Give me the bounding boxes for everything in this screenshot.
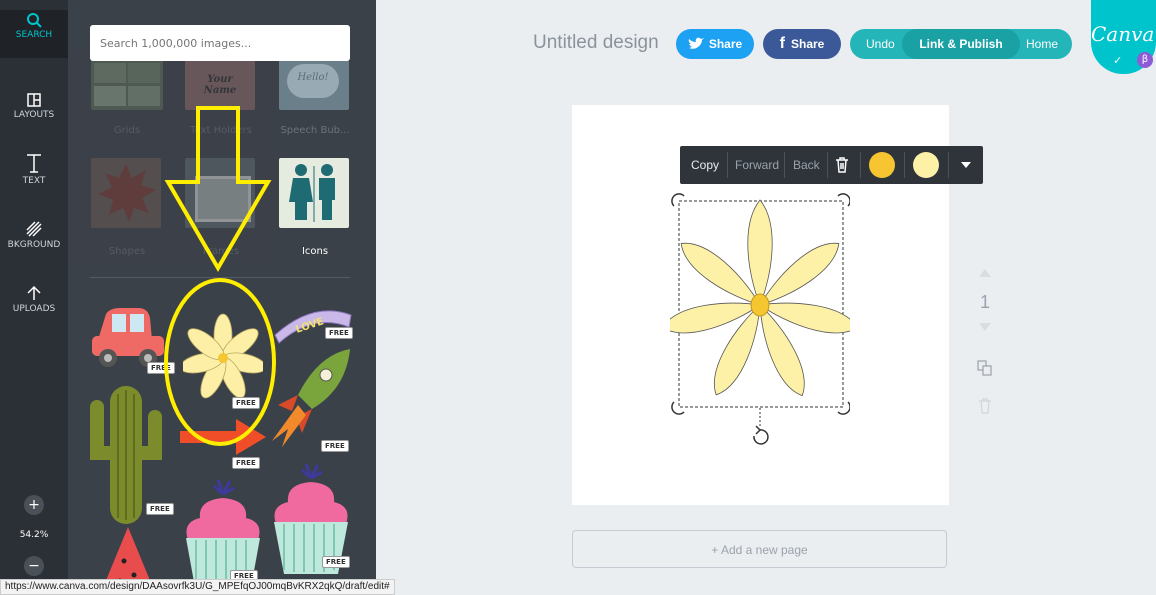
resize-handle-top-left[interactable] [671, 193, 685, 207]
canva-logo[interactable]: Canva ✓ β [1091, 0, 1156, 74]
publish-group: Undo Link & Publish Home [850, 29, 1072, 59]
resize-handle-bottom-right[interactable] [837, 401, 850, 415]
rail-uploads[interactable]: UPLOADS [0, 284, 68, 314]
back-button[interactable]: Back [793, 146, 820, 184]
chevron-down-icon[interactable] [960, 161, 972, 169]
rail-label-layouts: LAYOUTS [13, 110, 55, 120]
category-label-icons[interactable]: Icons [265, 246, 365, 257]
rail-label-text: TEXT [22, 176, 46, 186]
flower-icon[interactable] [183, 300, 263, 405]
resize-handle-top-right[interactable] [837, 193, 850, 207]
rail-layouts[interactable]: LAYOUTS [0, 92, 68, 120]
twitter-share-label: Share [708, 37, 743, 51]
toolbar-separator [948, 152, 949, 178]
add-page-button[interactable]: + Add a new page [572, 530, 947, 568]
facebook-icon: f [779, 35, 785, 52]
rail-text[interactable]: TEXT [0, 152, 68, 186]
left-rail: SEARCH LAYOUTS TEXT BKGROUND UPLOADS + 5… [0, 0, 68, 593]
toolbar-separator [727, 152, 728, 178]
category-label-grids[interactable]: Grids [77, 125, 177, 136]
text-icon [27, 154, 41, 173]
layouts-icon [27, 93, 41, 107]
divider [90, 277, 350, 278]
free-badge: FREE [325, 327, 353, 339]
color-swatch-center[interactable] [869, 152, 895, 178]
design-title[interactable]: Untitled design [533, 32, 659, 54]
search-input[interactable] [90, 25, 350, 61]
link-publish-button[interactable]: Link & Publish [902, 29, 1020, 59]
restroom-icon [289, 164, 335, 222]
category-label-shapes[interactable]: Shapes [77, 246, 177, 257]
category-label-speech-bubbles[interactable]: Speech Bub... [265, 125, 365, 136]
element-toolbar: Copy Forward Back [680, 146, 983, 184]
speech-sample: Hello! [297, 72, 329, 83]
free-badge: FREE [232, 397, 260, 409]
trash-icon[interactable] [835, 157, 849, 173]
side-panel: Your Name Hello! Grids Text Holders Spee… [68, 0, 376, 593]
rail-label-uploads: UPLOADS [12, 304, 56, 314]
starburst-icon [98, 164, 156, 222]
canva-logo-text: Canva [1091, 22, 1155, 46]
arrow-icon[interactable] [178, 415, 268, 460]
free-badge: FREE [322, 556, 350, 568]
page-up-icon[interactable] [978, 268, 992, 278]
home-button[interactable]: Home [1026, 37, 1058, 51]
rotate-handle-icon[interactable] [753, 425, 769, 445]
twitter-icon [688, 37, 704, 49]
toolbar-separator [784, 152, 785, 178]
toolbar-separator [904, 152, 905, 178]
text-holder-sample: Your Name [203, 74, 237, 96]
facebook-share-label: Share [790, 37, 825, 51]
grids-thumbnail[interactable] [91, 60, 163, 110]
category-label-frames[interactable]: Frames [171, 246, 271, 257]
zoom-in-button[interactable]: + [24, 495, 44, 515]
free-badge: FREE [321, 440, 349, 452]
page-down-icon[interactable] [978, 322, 992, 332]
text-holders-thumbnail[interactable]: Your Name [185, 60, 255, 110]
background-icon [26, 221, 42, 237]
free-badge: FREE [232, 457, 260, 469]
rail-search[interactable]: SEARCH [0, 10, 68, 58]
category-label-text-holders[interactable]: Text Holders [171, 125, 271, 136]
rail-label-background: BKGROUND [7, 240, 61, 250]
selected-flower-element[interactable] [670, 192, 850, 452]
icons-thumbnail[interactable] [279, 158, 349, 228]
rocket-icon[interactable] [268, 345, 353, 450]
color-swatch-petals[interactable] [913, 152, 939, 178]
toolbar-separator [860, 152, 861, 178]
speech-bubbles-thumbnail[interactable]: Hello! [279, 60, 349, 110]
beta-badge: β [1137, 52, 1153, 68]
shapes-thumbnail[interactable] [91, 158, 161, 228]
twitter-share-button[interactable]: Share [676, 29, 754, 59]
duplicate-page-icon[interactable] [977, 360, 993, 376]
delete-page-icon[interactable] [978, 398, 992, 414]
upload-icon [27, 285, 41, 300]
copy-button[interactable]: Copy [691, 146, 719, 184]
zoom-out-button[interactable]: − [24, 556, 44, 576]
facebook-share-button[interactable]: f Share [763, 29, 841, 59]
rail-label-search: SEARCH [15, 30, 53, 40]
resize-handle-bottom-left[interactable] [671, 401, 685, 415]
check-icon: ✓ [1113, 54, 1123, 67]
zoom-level: 54.2% [19, 530, 49, 540]
free-badge: FREE [146, 503, 174, 515]
love-banner-icon[interactable]: LOVE [273, 305, 353, 345]
rail-background[interactable]: BKGROUND [0, 220, 68, 250]
search-icon [27, 13, 42, 28]
frames-thumbnail[interactable] [185, 158, 255, 228]
free-badge: FREE [147, 362, 175, 374]
page-number: 1 [979, 292, 990, 312]
undo-button[interactable]: Undo [866, 37, 895, 51]
toolbar-separator [827, 152, 828, 178]
forward-button[interactable]: Forward [735, 146, 779, 184]
